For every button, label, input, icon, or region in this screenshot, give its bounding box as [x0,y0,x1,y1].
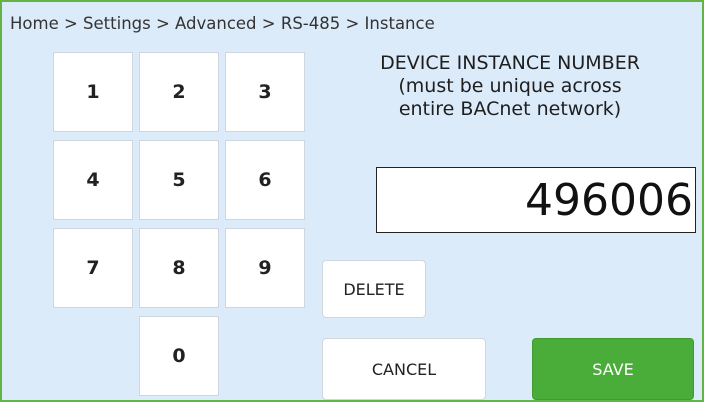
title-line-2: (must be unique across [398,75,622,97]
title-line-3: entire BACnet network) [398,98,622,120]
keypad-key-4[interactable]: 4 [53,140,133,220]
breadcrumb: Home > Settings > Advanced > RS-485 > In… [10,14,435,33]
keypad-key-2[interactable]: 2 [139,52,219,132]
page-title: DEVICE INSTANCE NUMBER (must be unique a… [318,52,702,121]
title-line-1: DEVICE INSTANCE NUMBER [380,52,640,74]
keypad-key-3[interactable]: 3 [225,52,305,132]
cancel-button[interactable]: CANCEL [322,338,486,400]
keypad-key-8[interactable]: 8 [139,228,219,308]
keypad-key-6[interactable]: 6 [225,140,305,220]
keypad-key-5[interactable]: 5 [139,140,219,220]
keypad-key-7[interactable]: 7 [53,228,133,308]
keypad-key-1[interactable]: 1 [53,52,133,132]
delete-button[interactable]: DELETE [322,260,426,318]
keypad-key-9[interactable]: 9 [225,228,305,308]
keypad-key-0[interactable]: 0 [139,316,219,396]
instance-screen: Home > Settings > Advanced > RS-485 > In… [0,0,704,402]
instance-number-value: 496006 [525,174,693,226]
save-button[interactable]: SAVE [532,338,694,400]
instance-number-display: 496006 [376,167,696,233]
